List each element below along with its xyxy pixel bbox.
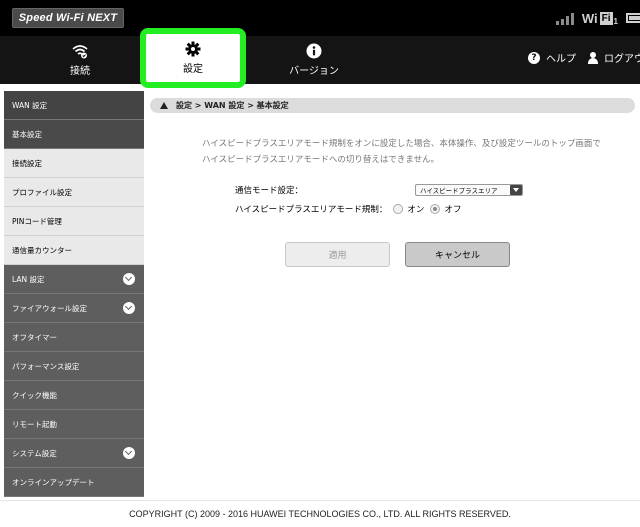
radio-on[interactable] xyxy=(393,204,404,214)
help-icon[interactable]: ? xyxy=(528,51,540,64)
sidebar-item-profile-settings[interactable]: プロファイル設定 xyxy=(4,178,144,207)
wifi-prefix: Wi xyxy=(581,10,598,26)
sidebar-item-label: リモート起動 xyxy=(12,419,57,429)
sidebar-item-label: クイック機能 xyxy=(12,390,57,400)
radio-off-label: オフ xyxy=(444,205,462,215)
nav-version[interactable]: バージョン xyxy=(282,36,346,84)
nav-connect[interactable]: 接続 xyxy=(50,36,110,84)
restrict-setting-label: ハイスピードプラスエリアモード規制： xyxy=(235,205,388,215)
apply-button[interactable]: 適用 xyxy=(285,242,390,267)
warning-triangle-icon xyxy=(160,102,168,109)
sidebar-item-pin-management[interactable]: PINコード管理 xyxy=(4,207,144,236)
sidebar-item-label: 接続設定 xyxy=(12,158,42,168)
sidebar-item-lan-settings[interactable]: LAN 設定 xyxy=(4,265,144,294)
sidebar-item-label: パフォーマンス設定 xyxy=(12,361,80,371)
restrict-setting-row: ハイスピードプラスエリアモード規制： オン オフ xyxy=(235,203,461,215)
sidebar-item-online-update[interactable]: オンラインアップデート xyxy=(4,468,144,497)
sidebar-item-data-counter[interactable]: 通信量カウンター xyxy=(4,236,144,265)
nav-version-label: バージョン xyxy=(289,66,339,77)
sidebar-item-connection-settings[interactable]: 接続設定 xyxy=(4,149,144,178)
sidebar-item-quick-function[interactable]: クイック機能 xyxy=(4,381,144,410)
nav-settings-label: 設定 xyxy=(183,64,203,75)
sidebar-item-basic-settings[interactable]: 基本設定 xyxy=(4,120,144,149)
mode-select-value: ハイスピードプラスエリア xyxy=(420,187,498,195)
sidebar-item-firewall-settings[interactable]: ファイアウォール設定 xyxy=(4,294,144,323)
chevron-down-icon xyxy=(510,185,522,195)
sidebar-item-label: オフタイマー xyxy=(12,332,57,342)
wifi-client-count: 1 xyxy=(613,16,618,26)
sidebar-item-label: ファイアウォール設定 xyxy=(12,303,87,313)
mode-setting-label: 通信モード設定： xyxy=(235,186,304,196)
radio-on-label: オン xyxy=(407,205,425,215)
nav-right-links: ? ヘルプ ログアウ xyxy=(528,50,640,65)
chevron-down-icon[interactable] xyxy=(123,273,135,285)
mode-select[interactable]: ハイスピードプラスエリア xyxy=(415,184,523,196)
gear-icon xyxy=(185,41,201,57)
brand-logo: Speed Wi-Fi NEXT xyxy=(12,8,124,28)
main-nav: 接続 設定 バージョン ? ヘルプ ログアウ xyxy=(0,28,640,88)
sidebar-item-label: WAN 設定 xyxy=(12,100,48,110)
chevron-down-icon[interactable] xyxy=(123,302,135,314)
sidebar-item-label: プロファイル設定 xyxy=(12,187,72,197)
radio-off[interactable] xyxy=(430,204,441,214)
wifi-status-icon: Wi Fi 1 xyxy=(582,11,618,26)
top-status-bar: Speed Wi-Fi NEXT Wi Fi 1 xyxy=(0,0,640,36)
sidebar-item-label: オンラインアップデート xyxy=(12,477,95,487)
battery-icon xyxy=(626,13,640,23)
footer-copyright: COPYRIGHT (C) 2009 - 2016 HUAWEI TECHNOL… xyxy=(0,500,640,527)
nav-connect-label: 接続 xyxy=(70,66,90,77)
sidebar-item-label: 基本設定 xyxy=(12,129,42,139)
sidebar-item-label: LAN 設定 xyxy=(12,274,45,284)
cancel-button[interactable]: キャンセル xyxy=(405,242,510,267)
nav-settings[interactable]: 設定 xyxy=(140,28,246,88)
wifi-connect-icon xyxy=(72,45,88,59)
help-link[interactable]: ヘルプ xyxy=(546,50,576,65)
sidebar-item-label: PINコード管理 xyxy=(12,216,62,226)
sidebar-item-wan-settings[interactable]: WAN 設定 xyxy=(4,91,144,120)
description-text: ハイスピードプラスエリアモード規制をオンに設定した場合、本体操作、及び設定ツール… xyxy=(202,139,601,165)
mode-setting-row: 通信モード設定： ハイスピードプラスエリア xyxy=(235,184,523,196)
sidebar-item-label: システム設定 xyxy=(12,448,57,458)
user-icon xyxy=(588,51,598,64)
chevron-down-icon[interactable] xyxy=(123,447,135,459)
signal-strength-icon xyxy=(555,11,574,25)
wifi-badge: Fi xyxy=(599,11,613,25)
device-status: Wi Fi 1 xyxy=(555,6,640,30)
sidebar-item-off-timer[interactable]: オフタイマー xyxy=(4,323,144,352)
breadcrumb-text: 設定 > WAN 設定 > 基本設定 xyxy=(176,101,289,110)
breadcrumb: 設定 > WAN 設定 > 基本設定 xyxy=(150,98,635,113)
info-icon xyxy=(306,43,322,59)
sidebar-item-performance-settings[interactable]: パフォーマンス設定 xyxy=(4,352,144,381)
sidebar: WAN 設定 基本設定 接続設定 プロファイル設定 PINコード管理 通信量カウ… xyxy=(4,91,144,497)
logout-link[interactable]: ログアウ xyxy=(604,50,640,65)
sidebar-item-remote-wake[interactable]: リモート起動 xyxy=(4,410,144,439)
sidebar-item-system-settings[interactable]: システム設定 xyxy=(4,439,144,468)
sidebar-item-label: 通信量カウンター xyxy=(12,245,72,255)
